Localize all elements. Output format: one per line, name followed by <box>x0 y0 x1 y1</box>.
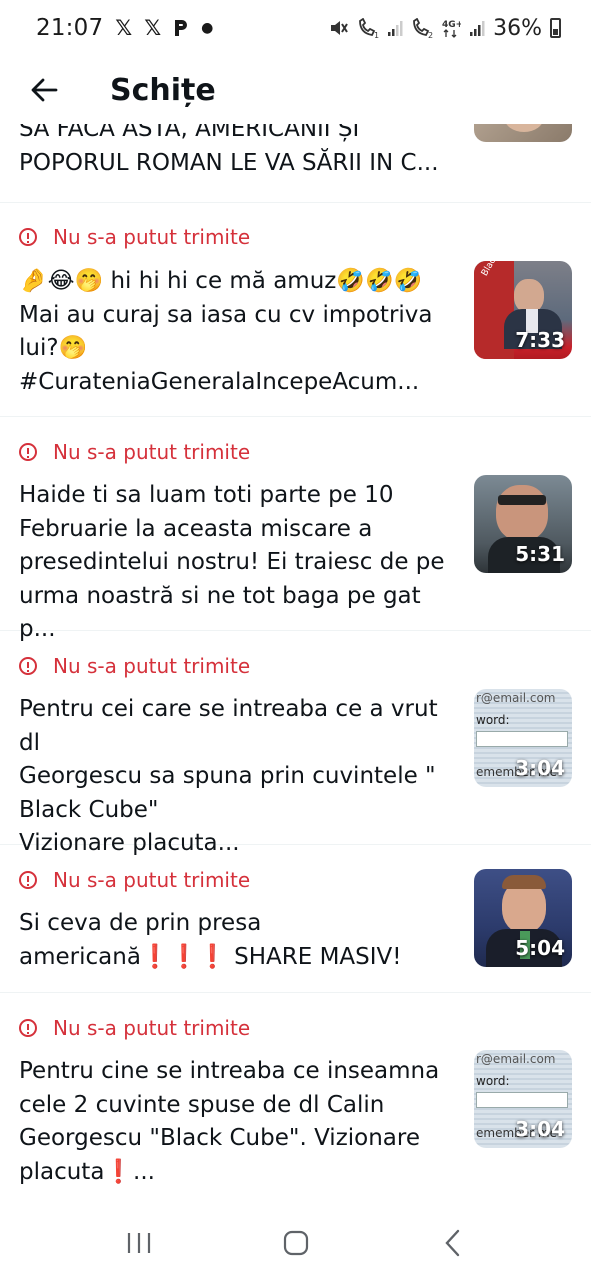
video-thumbnail: r@email.com word: emember me 3:04 <box>474 689 572 787</box>
alert-circle-icon <box>19 1019 37 1037</box>
system-nav-bar <box>0 1206 591 1280</box>
thumbnail-text: r@email.com <box>476 1052 556 1066</box>
alert-circle-icon <box>19 871 37 889</box>
video-duration: 3:04 <box>515 1117 565 1141</box>
page-title: Schițe <box>110 72 216 108</box>
volte-call-icon: 1 <box>359 18 379 38</box>
status-right: 1 2 4G+ 36% <box>329 16 561 41</box>
drafts-list[interactable]: SĂ FACĂ ASTA, AMERICANII ȘI POPORUL ROMA… <box>0 124 591 1206</box>
draft-item[interactable]: Nu s-a putut trimite Pentru cei care se … <box>0 631 591 856</box>
send-failed-row: Nu s-a putut trimite <box>19 440 250 464</box>
send-failed-row: Nu s-a putut trimite <box>19 654 250 678</box>
notification-dot-icon: ● <box>201 20 214 36</box>
recent-apps-icon <box>127 1233 150 1253</box>
volte-call-2-icon: 2 <box>413 18 433 38</box>
thumbnail-text: r@email.com <box>476 691 556 705</box>
send-failed-label: Nu s-a putut trimite <box>53 868 251 892</box>
video-thumbnail: Black Cube 7:33 <box>474 261 572 359</box>
video-duration: 5:04 <box>515 936 565 960</box>
x-icon: 𝕏 <box>115 16 133 40</box>
recent-apps-button[interactable] <box>109 1215 169 1271</box>
video-duration: 7:33 <box>515 328 565 352</box>
status-bar: 21:07 𝕏 𝕏 ● 1 2 4G+ 36% <box>0 0 591 56</box>
video-duration: 5:31 <box>515 542 565 566</box>
signal-2-icon <box>470 21 485 36</box>
send-failed-label: Nu s-a putut trimite <box>53 654 251 678</box>
arrow-left-icon <box>31 78 58 102</box>
chevron-left-icon <box>444 1229 459 1257</box>
status-time: 21:07 <box>36 15 104 41</box>
draft-text: 🤌😂🤭 hi hi hi ce mă amuz🤣🤣🤣 Mai au curaj … <box>19 268 433 395</box>
send-failed-label: Nu s-a putut trimite <box>53 1016 251 1040</box>
4g-icon: 4G+ <box>442 20 461 38</box>
svg-text:1: 1 <box>374 31 379 38</box>
svg-text:2: 2 <box>428 31 433 38</box>
thumbnail-text: word: <box>476 1074 510 1088</box>
send-failed-row: Nu s-a putut trimite <box>19 1016 250 1040</box>
home-icon <box>283 1230 308 1256</box>
app-bar: Schițe <box>0 56 591 124</box>
battery-icon <box>550 18 561 38</box>
alert-circle-icon <box>19 443 37 461</box>
send-failed-row: Nu s-a putut trimite <box>19 225 250 249</box>
send-failed-label: Nu s-a putut trimite <box>53 225 251 249</box>
battery-percent: 36% <box>493 15 542 41</box>
mute-icon <box>331 21 348 35</box>
thumbnail-text: word: <box>476 713 510 727</box>
draft-text: Pentru cine se intreaba ce inseamna cele… <box>19 1058 440 1185</box>
send-failed-label: Nu s-a putut trimite <box>53 440 251 464</box>
svg-text:4G+: 4G+ <box>442 20 461 30</box>
video-thumbnail: r@email.com word: emember me 3:04 <box>474 1050 572 1148</box>
video-thumbnail: 5:31 <box>474 475 572 573</box>
draft-text: Si ceva de prin presa americană❗❗❗ SHARE… <box>19 910 402 970</box>
video-thumbnail <box>474 124 572 142</box>
send-failed-row: Nu s-a putut trimite <box>19 868 250 892</box>
back-button[interactable] <box>12 58 76 122</box>
x-icon: 𝕏 <box>144 16 162 40</box>
alert-circle-icon <box>19 228 37 246</box>
parler-icon <box>175 20 188 36</box>
signal-1-icon <box>388 21 403 36</box>
video-thumbnail: 5:04 <box>474 869 572 967</box>
draft-item[interactable]: Nu s-a putut trimite Pentru cine se intr… <box>0 993 591 1206</box>
draft-text: SĂ FACĂ ASTA, AMERICANII ȘI POPORUL ROMA… <box>19 124 439 176</box>
status-left: 21:07 𝕏 𝕏 ● <box>36 15 213 41</box>
draft-item[interactable]: SĂ FACĂ ASTA, AMERICANII ȘI POPORUL ROMA… <box>0 124 591 203</box>
draft-item[interactable]: Nu s-a putut trimite Si ceva de prin pre… <box>0 845 591 993</box>
draft-item[interactable]: Nu s-a putut trimite Haide ti sa luam to… <box>0 417 591 642</box>
back-nav-button[interactable] <box>423 1215 483 1271</box>
home-button[interactable] <box>266 1215 326 1271</box>
draft-text: Haide ti sa luam toti parte pe 10 Februa… <box>19 482 445 642</box>
draft-text: Pentru cei care se intreaba ce a vrut dl… <box>19 696 438 856</box>
video-duration: 3:04 <box>515 756 565 780</box>
alert-circle-icon <box>19 657 37 675</box>
draft-item[interactable]: Nu s-a putut trimite 🤌😂🤭 hi hi hi ce mă … <box>0 203 591 417</box>
